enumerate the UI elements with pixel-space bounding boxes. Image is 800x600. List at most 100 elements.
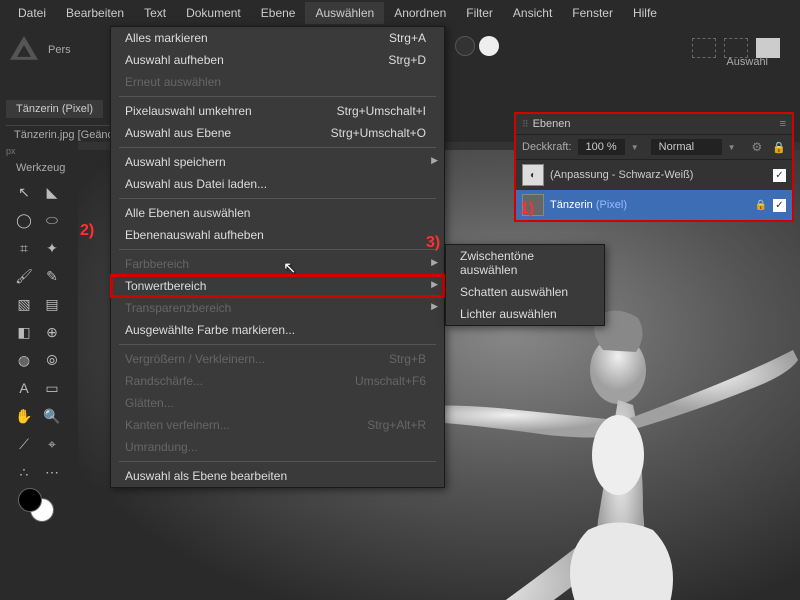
menu-item[interactable]: Pixelauswahl umkehrenStrg+Umschalt+I — [111, 100, 444, 122]
layer-name: Tänzerin (Pixel) — [550, 199, 749, 211]
menu-item: Transparenzbereich▶ — [111, 297, 444, 319]
mask-circles[interactable] — [455, 36, 499, 56]
menu-item[interactable]: Ebenenauswahl aufheben — [111, 224, 444, 246]
circle-dark-icon[interactable] — [455, 36, 475, 56]
circle-light-icon[interactable] — [479, 36, 499, 56]
extra-tool-icon[interactable]: ⋯ — [40, 460, 64, 484]
menu-item-label: Vergrößern / Verkleinern... — [125, 352, 265, 366]
marquee-dashed-icon[interactable] — [692, 38, 716, 58]
menu-item-label: Alles markieren — [125, 31, 208, 45]
menu-separator — [119, 96, 436, 97]
gear-icon[interactable]: ⚙ — [752, 140, 763, 154]
menu-item[interactable]: Auswahl aus EbeneStrg+Umschalt+O — [111, 122, 444, 144]
clone-tool-icon[interactable]: ⊕ — [40, 320, 64, 344]
menu-item[interactable]: Tonwertbereich ▶ — [111, 275, 444, 297]
layer-row[interactable]: ◐(Anpassung - Schwarz-Weiß) ✓ — [516, 160, 792, 190]
annotation-3: 3) — [426, 234, 440, 252]
menu-datei[interactable]: Datei — [8, 2, 56, 24]
dodge-tool-icon[interactable]: ⟋ — [12, 432, 36, 456]
menu-fenster[interactable]: Fenster — [562, 2, 623, 24]
menu-item-label: Auswahl als Ebene bearbeiten — [125, 469, 287, 483]
eraser-tool-icon[interactable]: ◧ — [12, 320, 36, 344]
panel-grip-icon[interactable]: ⠿ — [522, 119, 527, 130]
move-tool-icon[interactable]: ↖ — [12, 180, 36, 204]
lock-icon[interactable]: 🔒 — [755, 200, 767, 211]
layers-header[interactable]: ⠿ Ebenen ≡ — [516, 114, 792, 135]
menu-item-label: Tonwertbereich — [125, 279, 206, 293]
submenu-item[interactable]: Lichter auswählen — [446, 303, 604, 325]
menu-item[interactable]: Alle Ebenen auswählen — [111, 202, 444, 224]
layers-title: Ebenen — [533, 118, 780, 130]
menu-shortcut: Strg+D — [388, 53, 426, 67]
opacity-row: Deckkraft: 100 % ▼ Normal ▼ ⚙ 🔒 — [516, 135, 792, 160]
menu-text[interactable]: Text — [134, 2, 176, 24]
menu-separator — [119, 344, 436, 345]
menu-hilfe[interactable]: Hilfe — [623, 2, 667, 24]
menu-item: Glätten... — [111, 392, 444, 414]
menu-separator — [119, 249, 436, 250]
zoom-tool-icon[interactable]: 🔍 — [40, 404, 64, 428]
menu-item[interactable]: Auswahl als Ebene bearbeiten — [111, 465, 444, 487]
menu-bearbeiten[interactable]: Bearbeiten — [56, 2, 134, 24]
fg-swatch-icon[interactable] — [18, 488, 42, 512]
menu-item-label: Auswahl aus Datei laden... — [125, 177, 267, 191]
menu-item: Vergrößern / Verkleinern...Strg+B — [111, 348, 444, 370]
tools-panel-title: Werkzeug — [16, 162, 65, 174]
menu-separator — [119, 198, 436, 199]
menu-item[interactable]: Auswahl aus Datei laden... — [111, 173, 444, 195]
opacity-label: Deckkraft: — [522, 141, 572, 153]
visibility-checkbox[interactable]: ✓ — [773, 199, 786, 212]
menu-item[interactable]: Alles markierenStrg+A — [111, 27, 444, 49]
crop-tool-icon[interactable]: ⌗ — [12, 236, 36, 260]
shape-tool-icon[interactable]: ▭ — [40, 376, 64, 400]
menu-item[interactable]: Auswahl speichern▶ — [111, 151, 444, 173]
wand-tool-icon[interactable]: ✦ — [40, 236, 64, 260]
document-tab[interactable]: Tänzerin (Pixel) — [6, 100, 103, 118]
menu-shortcut: Strg+Alt+R — [367, 418, 426, 432]
menu-item-label: Auswahl aufheben — [125, 53, 224, 67]
marquee-alt-icon[interactable] — [724, 38, 748, 58]
menu-ansicht[interactable]: Ansicht — [503, 2, 562, 24]
chevron-down-icon[interactable]: ▼ — [728, 143, 736, 152]
menu-shortcut: Umschalt+F6 — [355, 374, 426, 388]
grad-tool-icon[interactable]: ▤ — [40, 292, 64, 316]
brush-tool-icon[interactable]: 🖌 — [12, 264, 36, 288]
mesh-tool-icon[interactable]: ∴ — [12, 460, 36, 484]
fill-tool-icon[interactable]: ▧ — [12, 292, 36, 316]
submenu-arrow-icon: ▶ — [431, 279, 438, 290]
pen-tool-icon[interactable]: ✎ — [40, 264, 64, 288]
blur-tool-icon[interactable]: ◍ — [12, 348, 36, 372]
menu-item-label: Kanten verfeinern... — [125, 418, 230, 432]
marquee-tool-icon[interactable]: ⬭ — [40, 208, 64, 232]
submenu-arrow-icon: ▶ — [431, 257, 438, 268]
lock-icon[interactable]: 🔒 — [772, 141, 786, 154]
picker-tool-icon[interactable]: ⌖ — [40, 432, 64, 456]
opacity-value[interactable]: 100 % — [578, 139, 625, 155]
smudge-tool-icon[interactable]: ⦾ — [40, 348, 64, 372]
menu-item[interactable]: Auswahl aufheben Strg+D — [111, 49, 444, 71]
menubar: DateiBearbeitenTextDokumentEbeneAuswähle… — [0, 0, 800, 26]
menu-anordnen[interactable]: Anordnen — [384, 2, 456, 24]
menu-shortcut: Strg+Umschalt+O — [331, 126, 426, 140]
annotation-2: 2) — [80, 222, 94, 240]
submenu-item[interactable]: Zwischentöne auswählen — [446, 245, 604, 281]
menu-item-label: Transparenzbereich — [125, 301, 231, 315]
menu-filter[interactable]: Filter — [456, 2, 503, 24]
lasso-tool-icon[interactable]: ◯ — [12, 208, 36, 232]
marquee-filled-icon[interactable] — [756, 38, 780, 58]
node-tool-icon[interactable]: ◣ — [40, 180, 64, 204]
text-tool-icon[interactable]: A — [12, 376, 36, 400]
hand-tool-icon[interactable]: ✋ — [12, 404, 36, 428]
visibility-checkbox[interactable]: ✓ — [773, 169, 786, 182]
submenu-item[interactable]: Schatten auswählen — [446, 281, 604, 303]
layer-row[interactable]: Tänzerin (Pixel) 🔒 ✓ — [516, 190, 792, 220]
panel-menu-icon[interactable]: ≡ — [780, 118, 786, 130]
menu-item[interactable]: Ausgewählte Farbe markieren... — [111, 319, 444, 341]
chevron-down-icon[interactable]: ▼ — [631, 143, 639, 152]
blend-mode-select[interactable]: Normal — [651, 139, 722, 155]
menu-ebene[interactable]: Ebene — [251, 2, 306, 24]
select-menu-dropdown: Alles markierenStrg+A Auswahl aufheben Str… — [110, 26, 445, 488]
layers-panel: ⠿ Ebenen ≡ Deckkraft: 100 % ▼ Normal ▼ ⚙… — [514, 112, 794, 222]
menu-auswählen[interactable]: Auswählen — [305, 2, 384, 24]
menu-dokument[interactable]: Dokument — [176, 2, 251, 24]
